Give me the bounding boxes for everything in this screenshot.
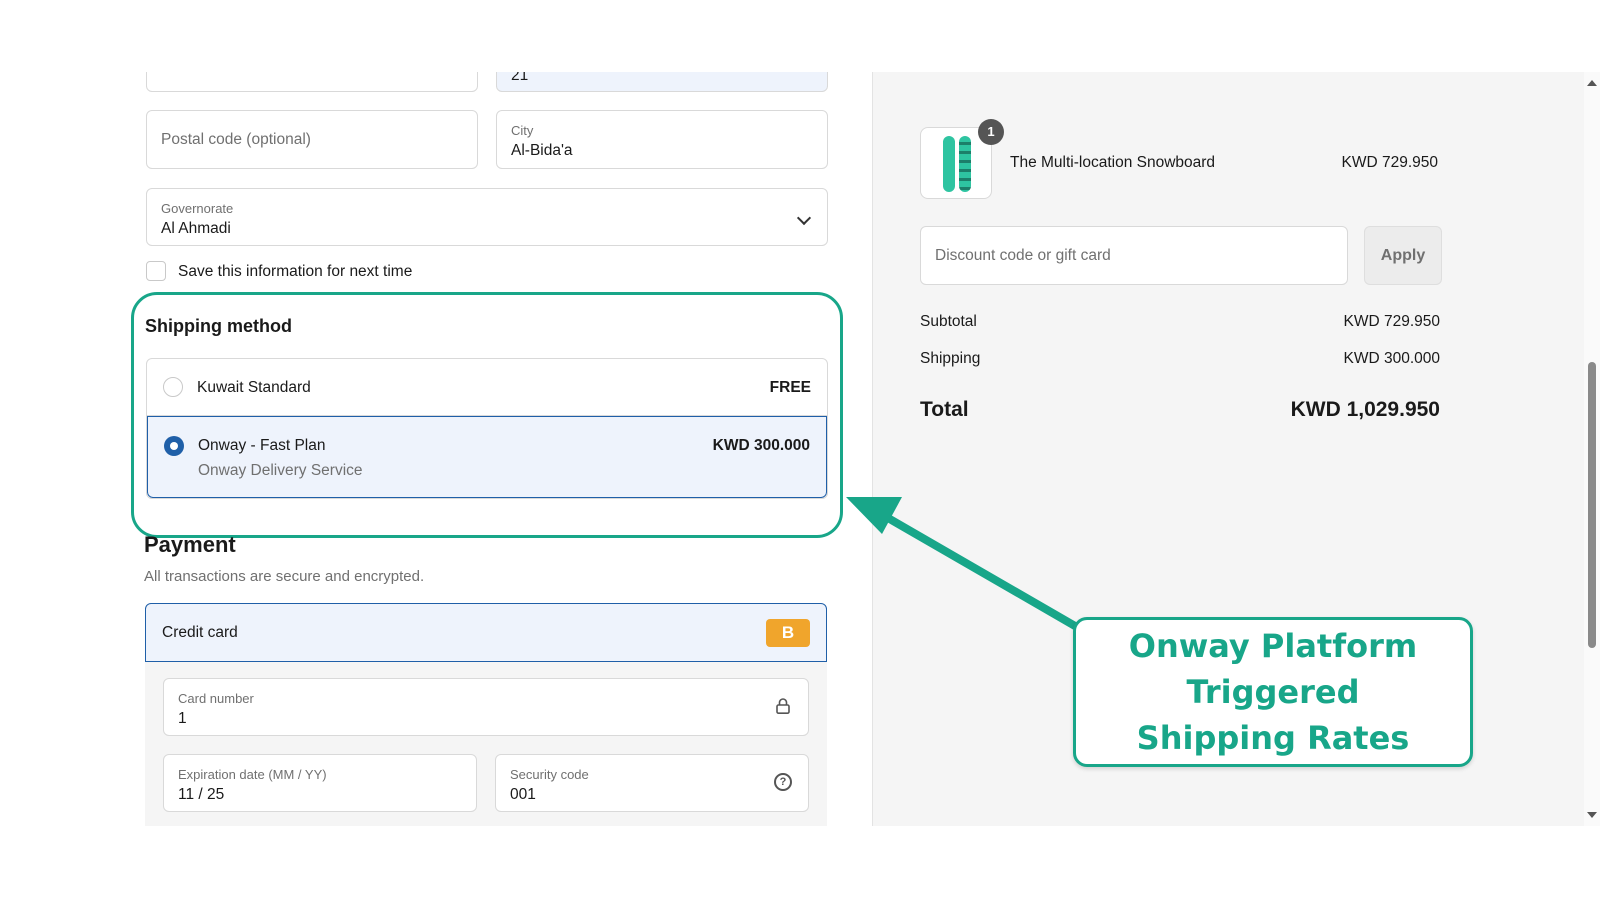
card-brand-badge: B (766, 619, 810, 647)
shipping-option-name: Onway - Fast Plan (198, 437, 326, 454)
expiry-value: 11 / 25 (178, 786, 225, 803)
save-info-label: Save this information for next time (178, 263, 413, 280)
shipping-value: KWD 300.000 (1343, 350, 1441, 367)
shipping-option-kuwait-standard[interactable]: Kuwait Standard FREE (147, 359, 827, 416)
quantity-badge: 1 (978, 119, 1004, 145)
subtotal-value: KWD 729.950 (1343, 313, 1441, 330)
apply-discount-button[interactable]: Apply (1364, 226, 1442, 285)
credit-card-label: Credit card (162, 624, 238, 641)
discount-code-input[interactable]: Discount code or gift card (920, 226, 1348, 285)
annotation-callout-text: Onway Platform Triggered Shipping Rates (1128, 627, 1418, 757)
shipping-method-title: Shipping method (145, 316, 292, 336)
card-number-field[interactable]: Card number 1 (163, 678, 809, 736)
governorate-select[interactable]: Governorate Al Ahmadi (146, 188, 828, 246)
scrollbar[interactable] (1584, 72, 1600, 826)
shipping-radio-standard[interactable] (163, 377, 183, 397)
credit-card-option[interactable]: Credit card B (145, 603, 827, 662)
governorate-label: Governorate (161, 201, 234, 216)
postal-code-placeholder: Postal code (optional) (161, 130, 311, 148)
shipping-option-price: KWD 300.000 (712, 437, 810, 454)
shipping-options: Kuwait Standard FREE Onway - Fast Plan O… (146, 358, 828, 499)
city-label: City (511, 123, 534, 138)
security-code-label: Security code (510, 767, 589, 782)
shipping-option-name: Kuwait Standard (197, 379, 311, 396)
product-name: The Multi-location Snowboard (1010, 154, 1216, 171)
governorate-value: Al Ahmadi (161, 220, 231, 237)
address-line-field[interactable] (146, 72, 478, 92)
shipping-option-price: FREE (769, 379, 811, 396)
city-field[interactable]: City Al-Bida'a (496, 110, 828, 169)
payment-title: Payment (144, 532, 236, 557)
snowboard-image (959, 136, 971, 192)
shipping-radio-onway[interactable] (164, 436, 184, 456)
city-value: Al-Bida'a (511, 142, 573, 159)
shipping-option-onway-fast[interactable]: Onway - Fast Plan Onway Delivery Service… (147, 416, 827, 498)
subtotal-label: Subtotal (920, 313, 977, 330)
annotation-callout: Onway Platform Triggered Shipping Rates (1073, 617, 1473, 767)
chevron-down-icon (796, 210, 812, 226)
expiry-field[interactable]: Expiration date (MM / YY) 11 / 25 (163, 754, 477, 812)
lock-icon (776, 698, 790, 714)
snowboard-image (943, 136, 955, 192)
total-value: KWD 1,029.950 (1290, 398, 1440, 421)
expiry-label: Expiration date (MM / YY) (178, 767, 327, 782)
payment-subtitle: All transactions are secure and encrypte… (144, 568, 425, 585)
scroll-down-arrow-icon[interactable] (1587, 812, 1597, 818)
scroll-thumb[interactable] (1588, 362, 1596, 648)
save-info-checkbox[interactable] (146, 261, 166, 281)
apartment-value: 21 (511, 72, 529, 84)
card-number-label: Card number (178, 691, 254, 706)
shipping-label: Shipping (920, 350, 981, 367)
postal-code-field[interactable]: Postal code (optional) (146, 110, 478, 169)
security-code-field[interactable]: Security code 001 ? (495, 754, 809, 812)
discount-code-placeholder: Discount code or gift card (935, 246, 1111, 264)
help-circle-icon[interactable]: ? (774, 773, 792, 791)
product-price: KWD 729.950 (1341, 154, 1439, 171)
security-code-value: 001 (510, 786, 536, 803)
credit-card-fields: Card number 1 Expiration date (MM / YY) … (145, 662, 827, 826)
apartment-field[interactable]: 21 (496, 72, 828, 92)
total-label: Total (920, 398, 969, 421)
card-number-value: 1 (178, 710, 187, 727)
scroll-up-arrow-icon[interactable] (1587, 80, 1597, 86)
shipping-option-provider: Onway Delivery Service (198, 462, 363, 479)
